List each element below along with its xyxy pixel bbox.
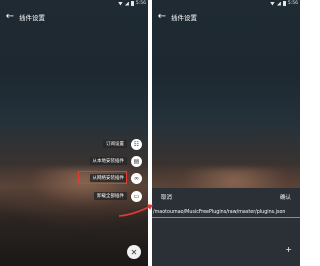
install-from-url-dialog: 取消 确认 /maotoumao/MusicFreePlugins/raw/ma… (152, 188, 300, 266)
wifi-icon (269, 1, 275, 6)
red-arrow-icon (118, 204, 153, 217)
menu-item-label: 卸载全部插件 (94, 192, 127, 200)
status-time: 5:56 (287, 1, 298, 6)
battery-icon (282, 1, 286, 6)
highlight-box (78, 171, 127, 184)
status-time: 5:56 (135, 1, 146, 6)
back-arrow-icon[interactable]: ← (3, 9, 17, 25)
menu-item-subscription[interactable]: 订阅设置 ☷ (103, 138, 142, 150)
menu-item-label: 订阅设置 (103, 140, 127, 148)
app-bar: ← 插件设置 (0, 9, 148, 25)
menu-item-install-local[interactable]: 从本地安装插件 ▤ (89, 155, 142, 167)
signal-icon (124, 1, 129, 6)
menu-item-label: 从本地安装插件 (89, 157, 127, 165)
right-screen: 5:56 ← 插件设置 取消 确认 /maotoumao/MusicFreePl… (152, 0, 300, 266)
plus-icon[interactable]: + (285, 245, 292, 254)
wifi-icon (117, 1, 123, 6)
back-arrow-icon[interactable]: ← (155, 9, 169, 25)
url-input[interactable]: /maotoumao/MusicFreePlugins/raw/master/p… (152, 208, 300, 218)
status-bar: 5:56 (0, 0, 148, 7)
page-title: 插件设置 (171, 14, 197, 22)
status-bar: 5:56 (152, 0, 300, 7)
file-icon: ▤ (131, 155, 142, 167)
subscription-icon: ☷ (131, 138, 142, 150)
link-icon: ∞ (131, 172, 142, 184)
app-bar: ← 插件设置 (152, 9, 300, 25)
page-title: 插件设置 (19, 14, 45, 22)
confirm-button[interactable]: 确认 (280, 193, 291, 201)
signal-icon (276, 1, 281, 6)
close-icon: ✕ (130, 247, 138, 257)
left-screen: 5:56 ← 插件设置 订阅设置 ☷ 从本地安装插件 ▤ 从网络安装插件 ∞ 卸… (0, 0, 148, 266)
close-fab-button[interactable]: ✕ (127, 245, 141, 259)
cancel-button[interactable]: 取消 (161, 193, 172, 201)
battery-icon (130, 1, 134, 6)
